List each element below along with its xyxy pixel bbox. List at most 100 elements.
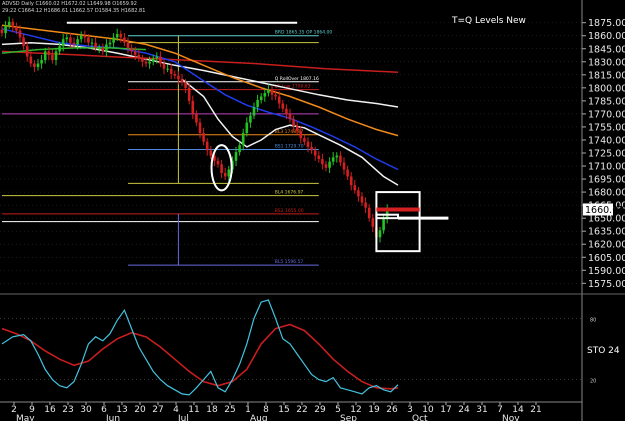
date-tick-label: 21 (530, 405, 541, 415)
candle-body (378, 230, 382, 238)
candle-body (299, 131, 303, 139)
candle-body (155, 56, 159, 59)
candle-body (367, 207, 371, 219)
candle-body (191, 100, 195, 114)
candle-body (292, 119, 295, 127)
candle-body (277, 96, 281, 104)
candle-body (90, 42, 94, 44)
indicator-level-label: 80 (590, 317, 596, 323)
candle-body (259, 96, 263, 101)
price-chart: BRD 1865.35 OP 1864.00 Q RollOver 1807.16… (0, 0, 625, 421)
indicator-label: STO 24 (587, 346, 620, 356)
date-tick-label: 17 (440, 405, 451, 415)
candle-body (346, 169, 349, 177)
candle-body (317, 155, 321, 160)
candle-body (328, 161, 331, 168)
last-price-label: 1660.02 (585, 205, 624, 216)
price-tick-label: 1860.00 (588, 31, 625, 42)
candle-body (159, 56, 162, 64)
candle-body (339, 155, 342, 163)
candle-body (202, 133, 205, 142)
candle-body (101, 47, 105, 52)
candle-body (342, 162, 346, 170)
price-tick-label: 1785.00 (588, 96, 625, 107)
date-tick-label: 19 (368, 405, 380, 415)
candle-body (310, 146, 313, 151)
candle-body (61, 39, 65, 47)
candle-body (241, 133, 245, 146)
price-tick-label: 1710.00 (588, 162, 625, 173)
candle-body (47, 51, 51, 55)
candle-body (306, 141, 310, 147)
candle-body (0, 29, 4, 34)
date-tick-label: 31 (476, 405, 487, 415)
candle-body (58, 46, 61, 52)
candle-body (184, 82, 187, 88)
candle-body (205, 141, 209, 151)
candle-body (43, 51, 47, 61)
candle-body (295, 126, 299, 132)
candle-body (15, 27, 18, 31)
candle-body (371, 218, 375, 227)
info-line-2: 29:22 C1664.12 H1686.61 L1662.57 D1584.3… (2, 8, 145, 14)
candle-body (25, 46, 29, 57)
candle-body (69, 37, 72, 43)
date-tick-label: 22 (296, 405, 307, 415)
date-tick-label: 25 (224, 405, 235, 415)
price-tick-label: 1875.00 (588, 18, 625, 29)
price-tick-label: 1620.00 (588, 240, 625, 251)
price-tick-label: 1590.00 (588, 266, 625, 277)
candle-body (209, 150, 213, 156)
candle-body (198, 122, 202, 134)
candle-body (249, 115, 252, 123)
price-tick-label: 1755.00 (588, 122, 625, 133)
candle-body (263, 93, 267, 97)
candle-body (148, 61, 151, 64)
candle-body (51, 54, 54, 61)
price-tick-label: 1605.00 (588, 253, 625, 264)
candle-body (137, 54, 141, 59)
date-tick-label: 18 (206, 405, 218, 415)
candle-body (173, 73, 177, 76)
level-label: BL5 1596.57 (275, 259, 304, 265)
candle-body (29, 56, 33, 64)
chart-title: T=Q Levels New (451, 16, 526, 26)
candle-body (18, 30, 22, 38)
price-tick-label: 1725.00 (588, 149, 625, 160)
candle-body (234, 152, 238, 161)
candle-body (7, 21, 11, 26)
date-tick-label: 12 (350, 405, 361, 415)
candle-body (133, 51, 137, 55)
date-tick-label: 14 (512, 405, 524, 415)
candle-body (270, 89, 274, 95)
candle-body (141, 58, 144, 62)
candle-body (87, 37, 90, 43)
candle-body (303, 138, 306, 142)
price-tick-label: 1800.00 (588, 83, 625, 94)
candle-body (115, 33, 119, 38)
candle-body (227, 169, 231, 177)
price-tick-label: 1815.00 (588, 70, 625, 81)
date-tick-label: 16 (44, 405, 56, 415)
candle-body (216, 160, 220, 165)
candle-body (72, 42, 76, 45)
candle-body (382, 218, 385, 231)
candle-body (238, 145, 241, 153)
date-tick-label: 29 (314, 405, 326, 415)
candle-body (36, 63, 40, 67)
candle-body (274, 94, 277, 97)
candle-body (324, 164, 328, 168)
price-tick-label: 1740.00 (588, 135, 625, 146)
candle-body (357, 190, 360, 197)
month-label: Nov (502, 414, 520, 421)
candle-body (54, 51, 58, 61)
price-tick-label: 1635.00 (588, 227, 625, 238)
candle-body (313, 150, 317, 156)
candle-body (97, 47, 101, 49)
candle-body (105, 44, 108, 52)
date-tick-label: 20 (134, 405, 146, 415)
date-tick-label: 11 (188, 405, 199, 415)
candle-body (123, 37, 126, 43)
price-tick-label: 1575.00 (588, 279, 625, 290)
candle-body (151, 58, 155, 62)
